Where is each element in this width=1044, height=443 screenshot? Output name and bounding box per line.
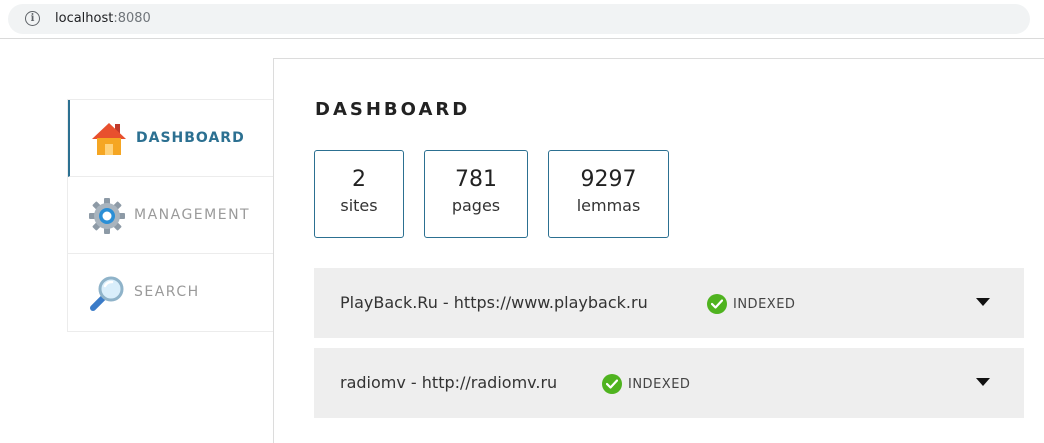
stat-card-pages: 781 pages xyxy=(424,150,528,238)
url-text[interactable]: localhost:8080 xyxy=(55,11,151,26)
sidebar-item-label: SEARCH xyxy=(134,284,200,300)
stat-value: 781 xyxy=(455,167,497,192)
main-panel: DASHBOARD 2 sites 781 pages 9297 lemmas … xyxy=(273,58,1044,443)
stat-value: 2 xyxy=(352,167,366,192)
stat-label: pages xyxy=(451,196,501,215)
stat-card-lemmas: 9297 lemmas xyxy=(548,150,669,238)
check-icon xyxy=(602,374,622,394)
stat-card-sites: 2 sites xyxy=(314,150,404,238)
stat-value: 9297 xyxy=(580,167,637,192)
sidebar-item-dashboard[interactable]: DASHBOARD xyxy=(68,100,275,177)
stat-label: sites xyxy=(340,196,378,215)
magnifier-icon xyxy=(88,274,126,312)
sidebar-item-label: MANAGEMENT xyxy=(134,207,251,223)
status-text: INDEXED xyxy=(733,296,796,312)
chevron-down-icon[interactable] xyxy=(976,378,990,386)
chevron-down-icon[interactable] xyxy=(976,298,990,306)
site-row[interactable]: PlayBack.Ru - https://www.playback.ru IN… xyxy=(314,268,1024,338)
browser-toolbar: i localhost:8080 xyxy=(0,0,1044,39)
status-badge: INDEXED xyxy=(602,374,690,394)
site-name: PlayBack.Ru - https://www.playback.ru xyxy=(340,293,648,312)
sidebar-item-management[interactable]: MANAGEMENT xyxy=(68,177,273,254)
info-icon[interactable]: i xyxy=(25,11,40,26)
address-bar[interactable]: i localhost:8080 xyxy=(8,4,1030,34)
status-text: INDEXED xyxy=(628,376,691,392)
page-title: DASHBOARD xyxy=(315,99,471,120)
check-icon xyxy=(707,294,727,314)
gear-icon xyxy=(88,197,126,235)
house-icon xyxy=(90,120,128,158)
sidebar-nav: DASHBOARD MANAGEMENT SEARCH xyxy=(67,99,275,332)
site-row[interactable]: radiomv - http://radiomv.ru INDEXED xyxy=(314,348,1024,418)
url-port: :8080 xyxy=(113,11,151,26)
status-badge: INDEXED xyxy=(707,294,795,314)
site-name: radiomv - http://radiomv.ru xyxy=(340,373,558,392)
url-host: localhost xyxy=(55,11,114,26)
stat-label: lemmas xyxy=(576,196,641,215)
sidebar-item-label: DASHBOARD xyxy=(136,130,245,146)
sidebar-item-search[interactable]: SEARCH xyxy=(68,254,273,330)
